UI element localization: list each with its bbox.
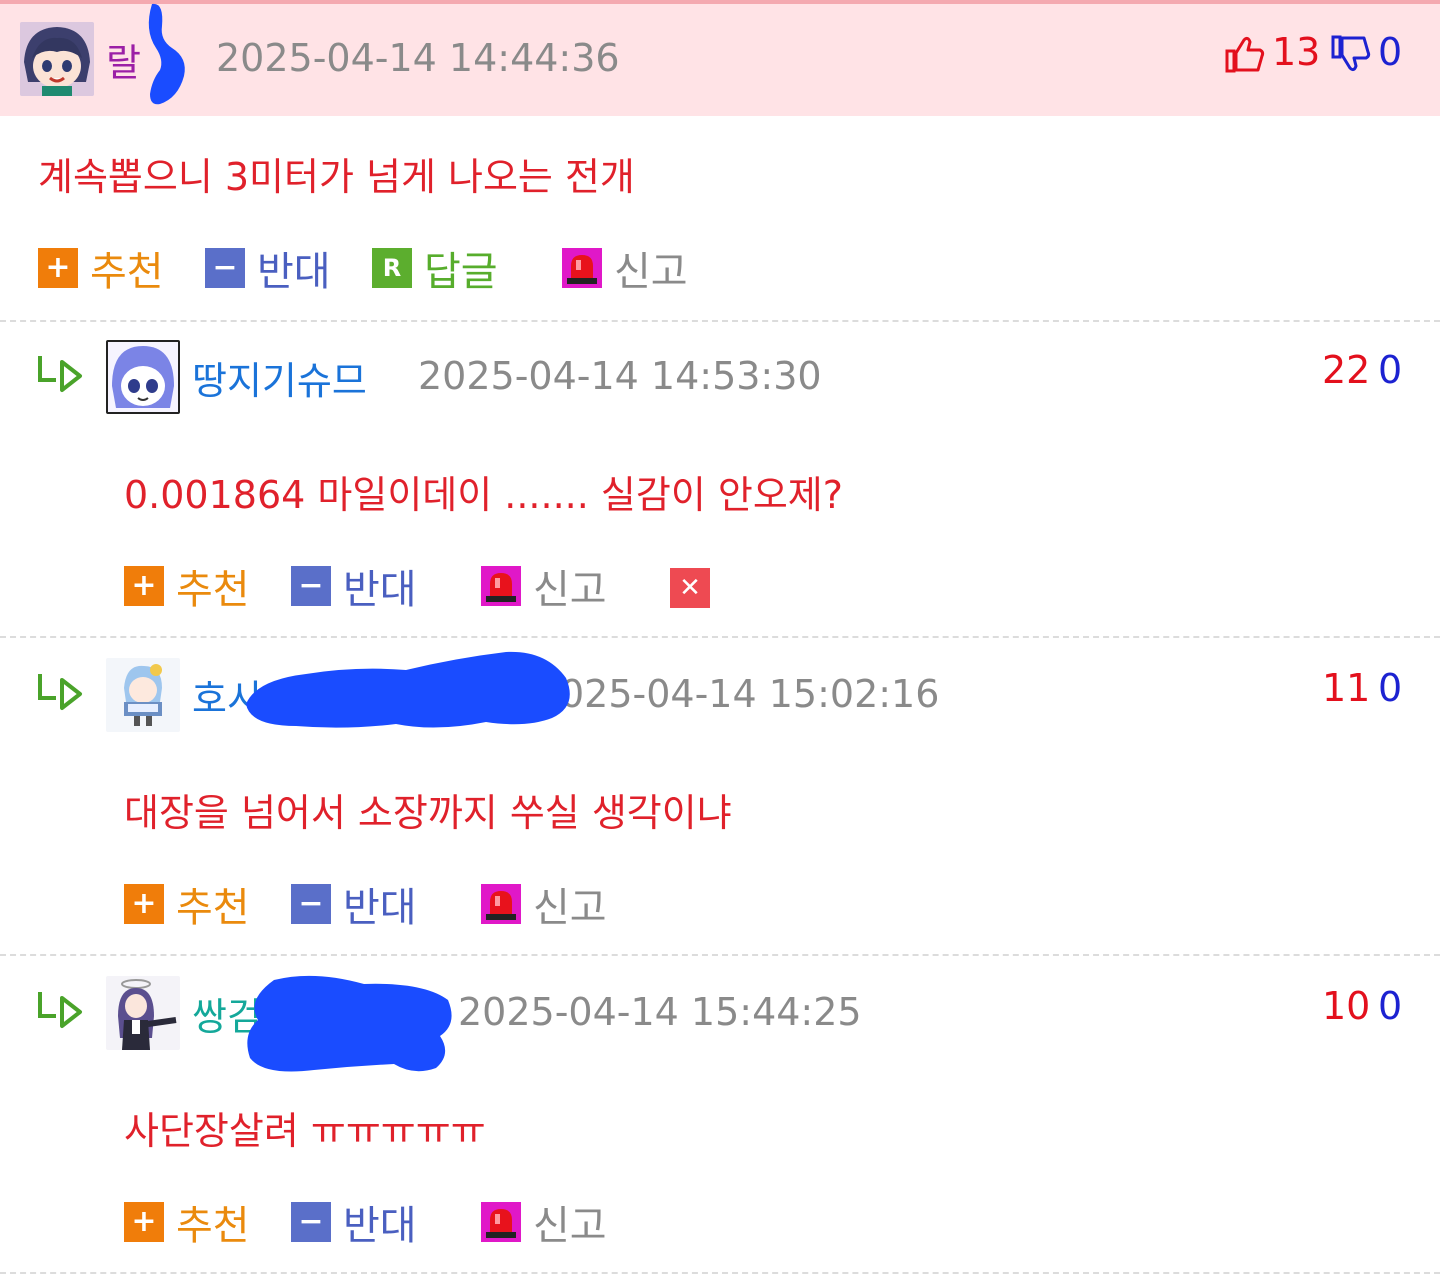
avatar-image (106, 976, 180, 1050)
upvote-count: 13 (1272, 30, 1321, 74)
oppose-button[interactable]: − 반대 (205, 246, 331, 295)
minus-icon: − (291, 566, 331, 606)
plus-icon: + (124, 566, 164, 606)
comment-divider (0, 954, 1440, 956)
avatar[interactable] (106, 976, 180, 1050)
oppose-button[interactable]: − 반대 (291, 882, 417, 931)
redaction-mark (148, 3, 185, 105)
comment-time: 2025-04-14 14:44:36 (216, 36, 620, 80)
minus-icon: − (291, 1202, 331, 1242)
siren-icon (481, 884, 521, 924)
thumbs-up-icon[interactable] (1224, 34, 1266, 74)
recommend-button[interactable]: + 추천 (124, 1200, 250, 1249)
recommend-button[interactable]: + 추천 (124, 564, 250, 613)
report-label: 신고 (533, 567, 607, 613)
plus-icon: + (124, 1202, 164, 1242)
report-button[interactable]: 신고 (562, 246, 688, 295)
oppose-button[interactable]: − 반대 (291, 1200, 417, 1249)
comment-author[interactable]: 랄 (106, 32, 141, 87)
downvote-count: 0 (1378, 984, 1403, 1028)
report-label: 신고 (533, 1203, 607, 1249)
recommend-button[interactable]: + 추천 (38, 246, 164, 295)
upvote-count: 10 (1322, 984, 1371, 1028)
reply-label: 답글 (424, 249, 498, 295)
report-button[interactable]: 신고 (481, 564, 607, 613)
comment-text: 계속뽑으니 3미터가 넘게 나오는 전개 (38, 155, 635, 199)
plus-icon: + (124, 884, 164, 924)
downvote-count: 0 (1378, 666, 1403, 710)
delete-icon: ✕ (670, 568, 710, 608)
report-label: 신고 (614, 249, 688, 295)
recommend-button[interactable]: + 추천 (124, 882, 250, 931)
comment-author[interactable]: 땅지기슈므 (192, 350, 367, 405)
reply-button[interactable]: R 답글 (372, 246, 498, 295)
plus-icon: + (38, 248, 78, 288)
oppose-label: 반대 (343, 1203, 417, 1249)
comment-divider (0, 636, 1440, 638)
comment-divider (0, 320, 1440, 322)
delete-button[interactable]: ✕ (670, 566, 710, 610)
report-button[interactable]: 신고 (481, 1200, 607, 1249)
comment-time: 2025-04-14 14:53:30 (418, 354, 822, 398)
reply-arrow-icon (38, 992, 82, 1028)
avatar[interactable] (106, 658, 180, 732)
minus-icon: − (291, 884, 331, 924)
comment-time: 2025-04-14 15:44:25 (458, 990, 862, 1034)
reply-arrow-icon (38, 674, 82, 710)
redaction-mark (247, 975, 452, 1072)
recommend-label: 추천 (176, 885, 250, 931)
upvote-count: 22 (1322, 348, 1371, 392)
comment-time: 025-04-14 15:02:16 (560, 672, 940, 716)
avatar[interactable] (106, 340, 180, 414)
comment-text: 대장을 넘어서 소장까지 쑤실 생각이냐 (124, 791, 732, 835)
upvote-count: 11 (1322, 666, 1371, 710)
recommend-label: 추천 (176, 1203, 250, 1249)
siren-icon (562, 248, 602, 288)
avatar[interactable] (20, 22, 94, 96)
comment-text: 사단장살려 ㅠㅠㅠㅠㅠ (124, 1109, 486, 1153)
siren-icon (481, 1202, 521, 1242)
reply-arrow-icon (38, 356, 82, 392)
recommend-label: 추천 (90, 249, 164, 295)
report-button[interactable]: 신고 (481, 882, 607, 931)
downvote-count: 0 (1378, 30, 1403, 74)
report-label: 신고 (533, 885, 607, 931)
oppose-button[interactable]: − 반대 (291, 564, 417, 613)
oppose-label: 반대 (257, 249, 331, 295)
minus-icon: − (205, 248, 245, 288)
oppose-label: 반대 (343, 567, 417, 613)
comment-text: 0.001864 마일이데이 ....... 실감이 안오제? (124, 473, 843, 517)
avatar-image (20, 22, 94, 96)
reply-r-icon: R (372, 248, 412, 288)
thumbs-down-icon[interactable] (1330, 34, 1372, 74)
siren-icon (481, 566, 521, 606)
comment-divider (0, 1272, 1440, 1274)
recommend-label: 추천 (176, 567, 250, 613)
redaction-mark (246, 651, 570, 728)
avatar-image (106, 658, 180, 732)
oppose-label: 반대 (343, 885, 417, 931)
avatar-image (108, 342, 178, 412)
downvote-count: 0 (1378, 348, 1403, 392)
